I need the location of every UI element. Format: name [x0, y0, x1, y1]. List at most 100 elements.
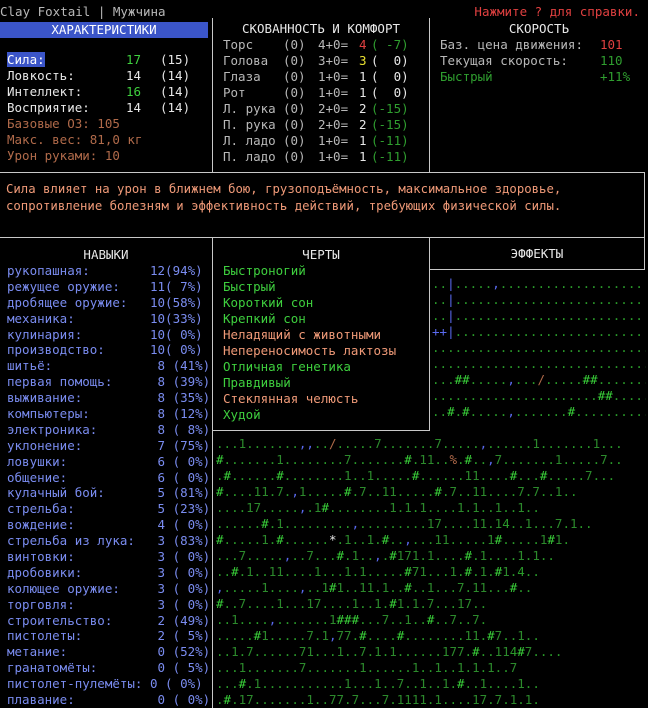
map-row: ...1.......7.......1......1..1..1.1.1..7: [216, 660, 518, 675]
skill-name: стрельба:: [7, 501, 75, 517]
skill-row[interactable]: строительство: 2 (49%): [7, 613, 212, 629]
trait-item[interactable]: Отличная генетика: [223, 359, 429, 375]
trait-item[interactable]: Быстрый: [223, 279, 429, 295]
skill-row[interactable]: выживание: 8 (35%): [7, 390, 212, 406]
skill-level: 0 ( 5%): [150, 660, 211, 676]
map-row: .#......#........1..1.....#......11....#…: [216, 468, 616, 483]
skill-row[interactable]: пистолеты: 2 ( 5%): [7, 628, 212, 644]
effects-title[interactable]: ЭФФЕКТЫ: [430, 246, 644, 262]
skill-level: 7 (75%): [150, 437, 211, 453]
skill-level: 3 ( 0%): [150, 549, 211, 565]
skill-row[interactable]: общение: 6 ( 0%): [7, 470, 212, 486]
encumbrance-row[interactable]: Торс (0) 4+0= 4 ( -7): [223, 37, 429, 53]
skill-row[interactable]: плавание: 0 ( 0%): [7, 692, 212, 708]
skill-name: винтовки:: [7, 549, 75, 565]
speed-current-label: Текущая скорость:: [440, 53, 568, 68]
skill-name: стрельба из лука:: [7, 533, 135, 549]
stat-value: 16: [126, 84, 142, 99]
skill-level: 8 ( 8%): [150, 421, 211, 437]
stat-base: (14): [160, 84, 191, 99]
skill-name: дробящее оружие:: [7, 294, 128, 310]
map-row: #.......1........7.......#.11..%.#..,7..…: [216, 452, 623, 467]
map-row: .............................: [432, 340, 646, 355]
skill-row[interactable]: гранатомёты: 0 ( 5%): [7, 660, 212, 676]
skill-row[interactable]: уклонение: 7 (75%): [7, 438, 212, 454]
skill-row[interactable]: колющее оружие: 3 ( 0%): [7, 581, 212, 597]
skill-name: плавание:: [7, 692, 75, 708]
skill-row[interactable]: стрельба: 5 (23%): [7, 501, 212, 517]
skill-row[interactable]: кулачный бой: 5 (81%): [7, 485, 212, 501]
skill-level: 8 (41%): [150, 358, 211, 374]
skill-row[interactable]: торговля: 3 ( 0%): [7, 597, 212, 613]
speed-title[interactable]: СКОРОСТЬ: [430, 21, 648, 37]
skill-row[interactable]: пистолет-пулемёты: 0 ( 0%): [7, 676, 212, 692]
stat-row[interactable]: Ловкость: 14 (14): [0, 68, 212, 84]
map-view-bottom[interactable]: ...1.......,,../.....7.......7.....,....…: [216, 436, 646, 708]
encumbrance-calc: 4+0=: [318, 37, 349, 52]
skill-name: метание:: [7, 644, 68, 660]
warmth-value: ( -7): [371, 37, 409, 52]
encumbrance-row[interactable]: П. ладо (0) 1+0= 1 (-11): [223, 149, 429, 165]
trait-item[interactable]: Стеклянная челюсть: [223, 391, 429, 407]
stat-base: (15): [160, 52, 191, 67]
map-row: #.....1.#......*.1..1.#..,...11.....1#..…: [216, 532, 570, 547]
skill-row[interactable]: электроника: 8 ( 8%): [7, 422, 212, 438]
skill-row[interactable]: стрельба из лука: 3 (83%): [7, 533, 212, 549]
skill-name: пистолеты:: [7, 628, 83, 644]
encumbrance-calc: 1+0=: [318, 133, 349, 148]
map-row: ..|.........................: [432, 292, 643, 307]
skill-level: 3 ( 0%): [150, 596, 211, 612]
skill-row[interactable]: дробовики: 3 ( 0%): [7, 565, 212, 581]
trait-item[interactable]: Непереносимость лактозы: [223, 343, 429, 359]
characteristics-title[interactable]: ХАРАКТЕРИСТИКИ: [0, 22, 208, 38]
map-row: ......................##.....: [432, 388, 646, 403]
skill-row[interactable]: режущее оружие: 11( 7%): [7, 279, 212, 295]
map-view-right[interactable]: ..|.....,................... ..|.........…: [432, 276, 646, 426]
skill-row[interactable]: дробящее оружие: 10(58%): [7, 295, 212, 311]
encumbrance-row[interactable]: Л. ладо (0) 1+0= 1 (-11): [223, 133, 429, 149]
warmth-value: ( 0): [371, 53, 409, 68]
skill-row[interactable]: производство: 10( 0%): [7, 342, 212, 358]
skill-name: дробовики:: [7, 564, 83, 580]
skill-row[interactable]: механика: 10(33%): [7, 311, 212, 327]
speed-current-row: Текущая скорость: 110: [430, 53, 648, 69]
traits-title[interactable]: ЧЕРТЫ: [213, 247, 429, 263]
warmth-value: ( 0): [371, 85, 409, 100]
skill-row[interactable]: рукопашная: 12(94%): [7, 263, 212, 279]
encumbrance-row[interactable]: Глаза (0) 1+0= 1 ( 0): [223, 69, 429, 85]
encumbrance-row[interactable]: П. рука (0) 2+0= 2 (-15): [223, 117, 429, 133]
skill-row[interactable]: метание: 0 (52%): [7, 644, 212, 660]
map-row: .#.17.......1..77.7...7.1111.1....17.7.1…: [216, 692, 540, 707]
encumbrance-title[interactable]: СКОВАННОСТЬ И КОМФОРТ: [213, 21, 429, 37]
derived-stat: Макс. вес: 81,0 кг: [7, 132, 143, 147]
skill-row[interactable]: кулинария: 10( 0%): [7, 327, 212, 343]
trait-item[interactable]: Неладящий с животными: [223, 327, 429, 343]
map-row: ....17.....,.1#........1.1.1....1.1..1..…: [216, 500, 540, 515]
skill-row[interactable]: ловушки: 6 ( 0%): [7, 454, 212, 470]
stat-row[interactable]: Восприятие: 14 (14): [0, 100, 212, 116]
skills-title[interactable]: НАВЫКИ: [0, 247, 212, 263]
skill-name: ловушки:: [7, 453, 68, 469]
skill-row[interactable]: компьютеры: 8 (12%): [7, 406, 212, 422]
trait-item[interactable]: Худой: [223, 407, 429, 423]
map-row: ...##.....,.../.....##.......: [432, 372, 646, 387]
encumbrance-row[interactable]: Рот (0) 1+0= 1 ( 0): [223, 85, 429, 101]
encumbrance-panel: СКОВАННОСТЬ И КОМФОРТ Торс (0) 4+0= 4( -7) Г…: [212, 18, 430, 173]
skill-row[interactable]: вождение: 4 ( 0%): [7, 517, 212, 533]
encumbrance-row[interactable]: Голова (0) 3+0= 3 ( 0): [223, 53, 429, 69]
encumbrance-base: (0): [283, 37, 306, 52]
stat-row[interactable]: Сила: 17 (15): [0, 52, 212, 68]
body-part: Рот: [223, 85, 246, 100]
skill-row[interactable]: первая помощь: 8 (39%): [7, 374, 212, 390]
map-row: .............................: [432, 356, 646, 371]
stat-row[interactable]: Интеллект: 16 (14): [0, 84, 212, 100]
map-row: ++|.........................: [432, 324, 643, 339]
skill-row[interactable]: шитьё: 8 (41%): [7, 358, 212, 374]
skill-row[interactable]: винтовки: 3 ( 0%): [7, 549, 212, 565]
encumbrance-row[interactable]: Л. рука (0) 2+0= 2 (-15): [223, 101, 429, 117]
trait-item[interactable]: Крепкий сон: [223, 311, 429, 327]
encumbrance-base: (0): [283, 149, 306, 164]
trait-item[interactable]: Быстроногий: [223, 263, 429, 279]
trait-item[interactable]: Короткий сон: [223, 295, 429, 311]
trait-item[interactable]: Правдивый: [223, 375, 429, 391]
